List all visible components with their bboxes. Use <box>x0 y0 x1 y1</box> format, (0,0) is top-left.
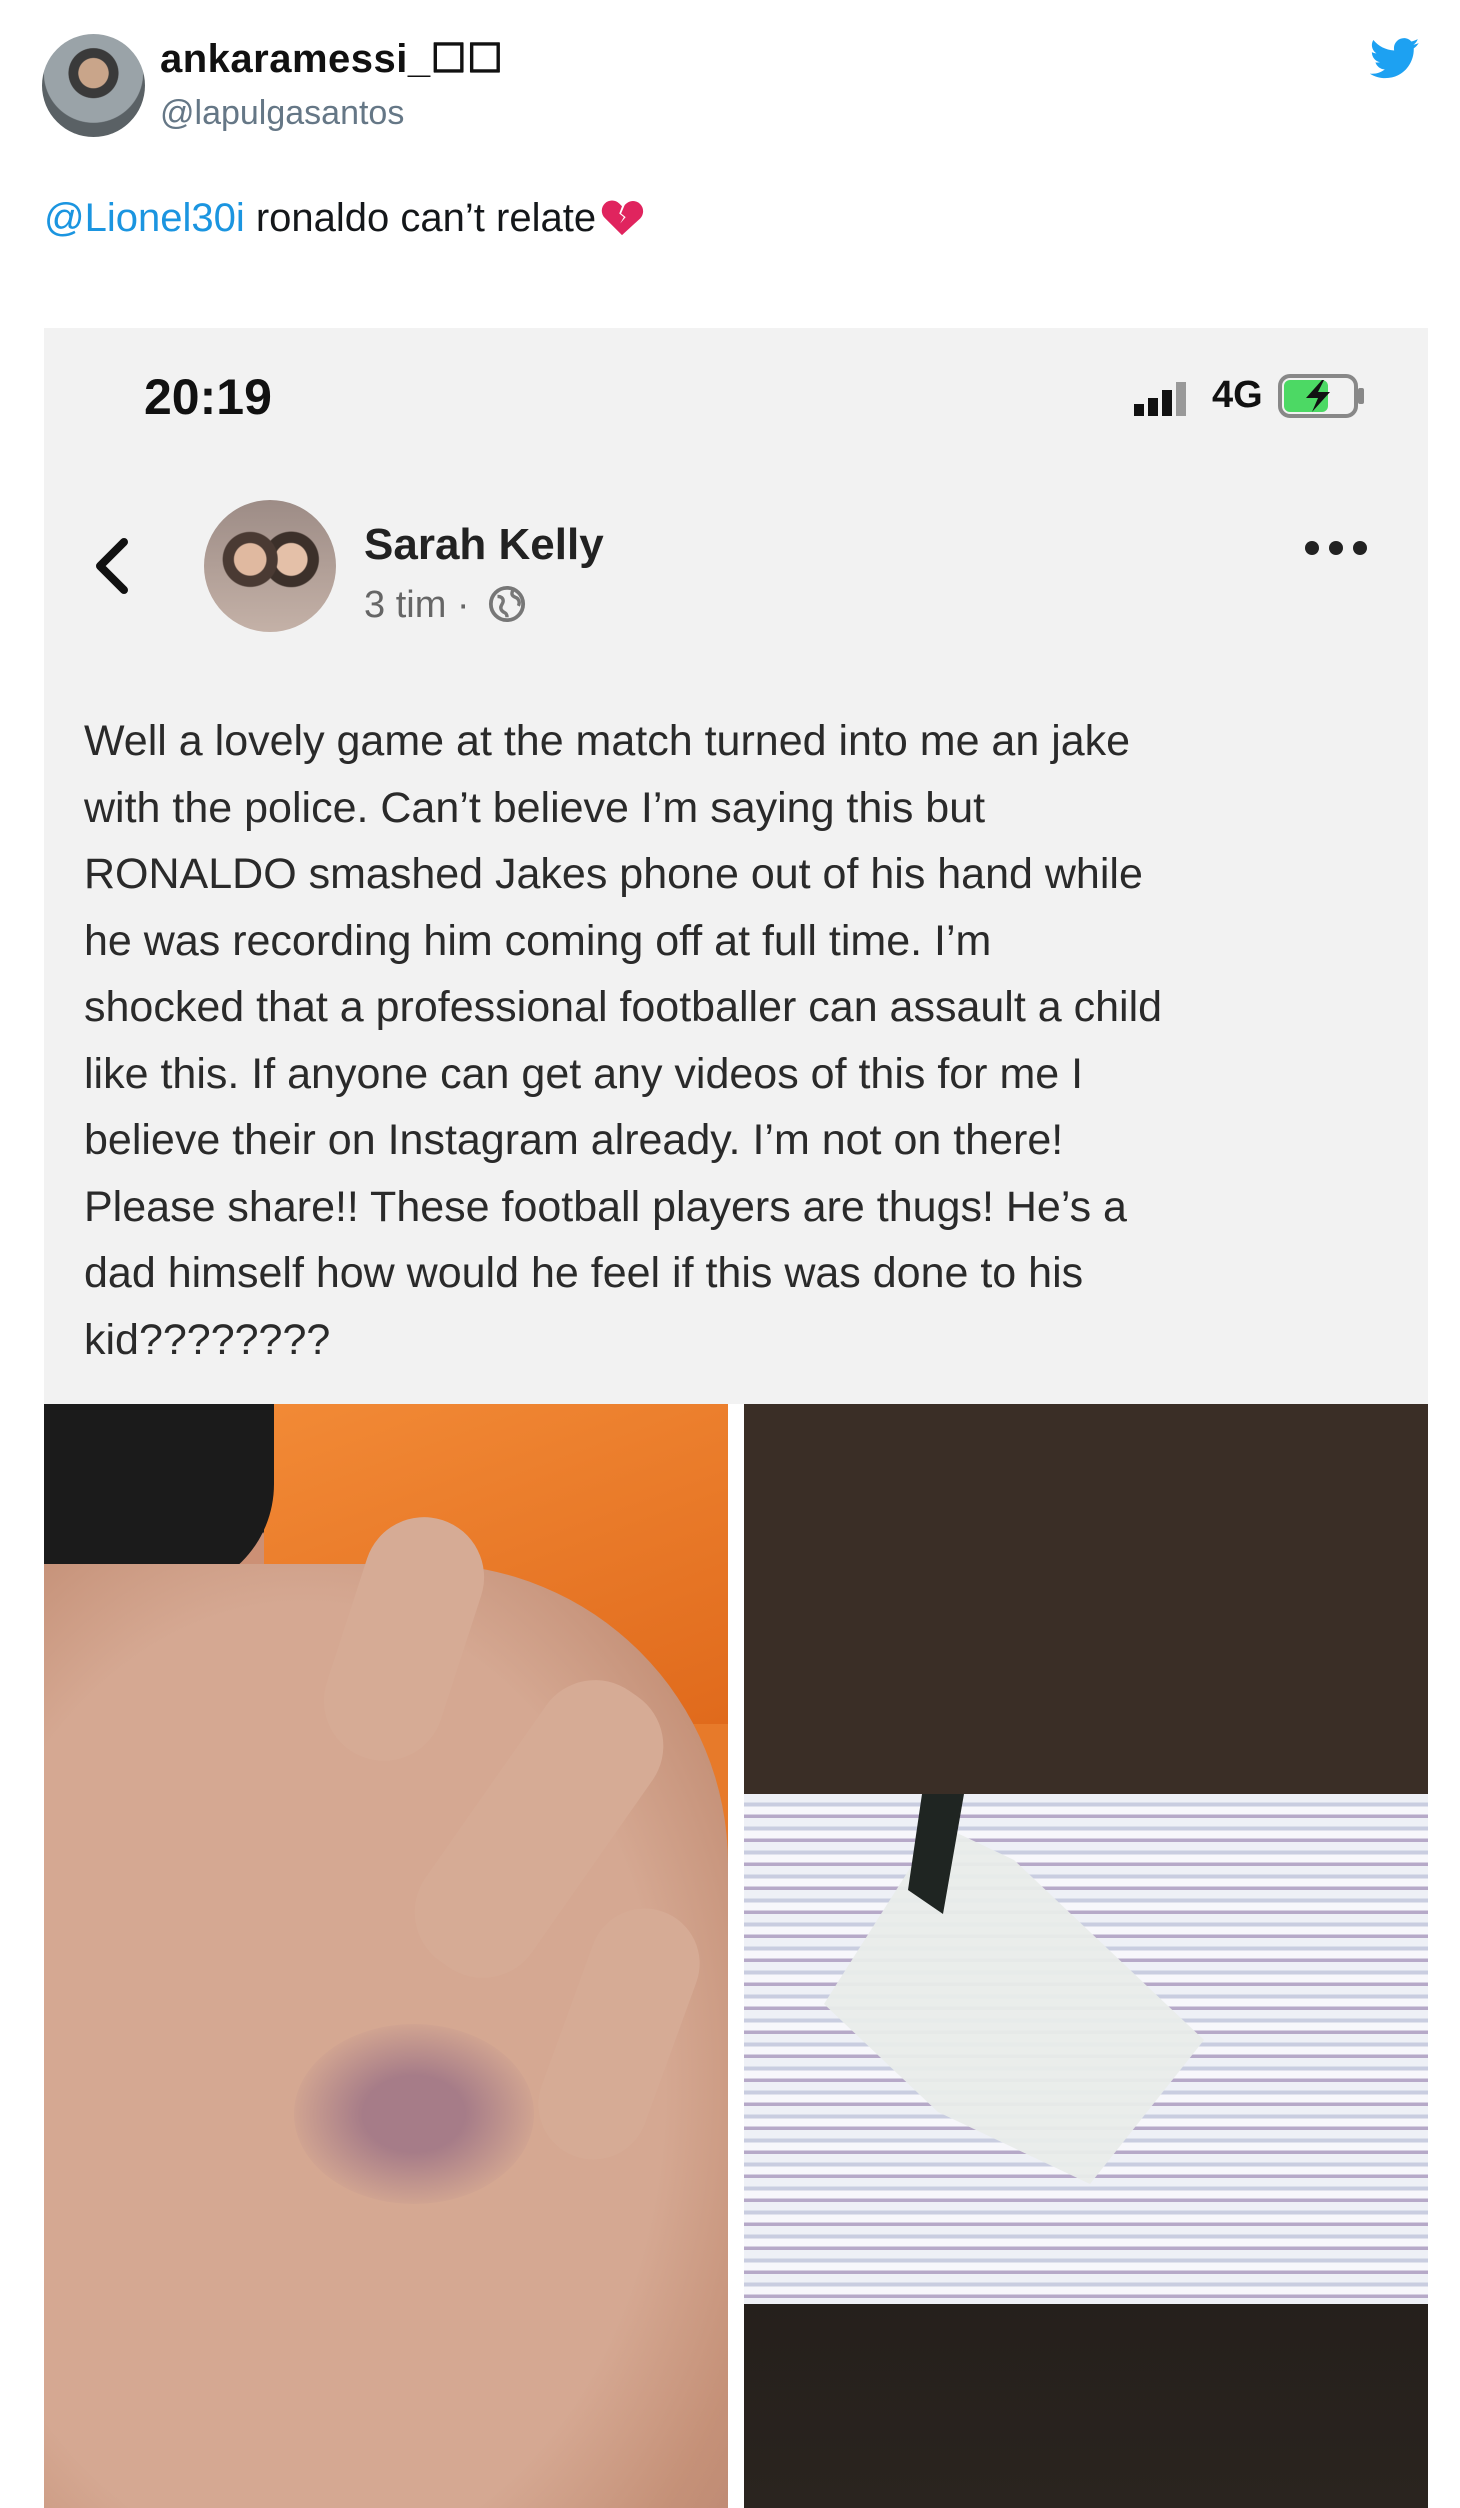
post-line: shocked that a professional footballer c… <box>84 983 1163 1031</box>
bruise <box>294 2024 534 2204</box>
post-line: kid???????? <box>84 1315 331 1364</box>
tweet-header: ankaramessi_☐☐ @lapulgasantos <box>0 0 1460 190</box>
tweet-body: ronaldo can’t relate <box>244 196 597 240</box>
post-line: Well a lovely game at the match turned i… <box>84 717 1131 765</box>
post-line: dad himself how would he feel if this wa… <box>84 1249 1084 1297</box>
post-line: with the police. Can’t believe I’m sayin… <box>84 783 986 832</box>
post-line: he was recording him coming off at full … <box>84 916 992 965</box>
post-meta: 3 tim · <box>364 584 526 627</box>
post-header: Sarah Kelly 3 tim · <box>44 478 1428 678</box>
poster-avatar[interactable] <box>204 500 336 632</box>
author-handle[interactable]: @lapulgasantos <box>160 94 404 133</box>
post-photos <box>44 1404 1428 2508</box>
more-options-icon[interactable] <box>1304 540 1368 556</box>
tweet-text: @Lionel30i ronaldo can’t relate <box>44 196 644 241</box>
post-line: RONALDO smashed Jakes phone out of his h… <box>84 850 1143 898</box>
phone-status-bar: 20:19 4G <box>44 328 1428 458</box>
poster-name[interactable]: Sarah Kelly <box>364 520 604 570</box>
hand-photo[interactable] <box>44 1404 728 2508</box>
broken-phone-photo[interactable] <box>744 1404 1428 2508</box>
mention-link[interactable]: @Lionel30i <box>44 196 245 240</box>
twitter-bird-icon[interactable] <box>1370 38 1420 80</box>
author-avatar[interactable] <box>42 34 145 137</box>
signal-icon <box>1134 382 1186 416</box>
globe-icon <box>489 585 526 623</box>
status-time: 20:19 <box>144 369 272 425</box>
broken-heart-icon <box>601 200 644 236</box>
back-chevron-icon[interactable] <box>94 538 130 594</box>
embedded-screenshot: 20:19 4G Sarah Kelly 3 tim · Well a love… <box>44 328 1428 2508</box>
network-type: 4G <box>1212 374 1263 416</box>
post-line: Please share!! These football players ar… <box>84 1182 1127 1231</box>
battery-charging-icon <box>1278 374 1364 418</box>
post-text: Well a lovely game at the match turned i… <box>84 708 1404 1373</box>
post-timestamp[interactable]: 3 tim · <box>364 584 470 626</box>
author-name[interactable]: ankaramessi_☐☐ <box>160 36 503 82</box>
post-line: believe their on Instagram already. I’m … <box>84 1116 1064 1164</box>
post-line: like this. If anyone can get any videos … <box>84 1049 1084 1098</box>
